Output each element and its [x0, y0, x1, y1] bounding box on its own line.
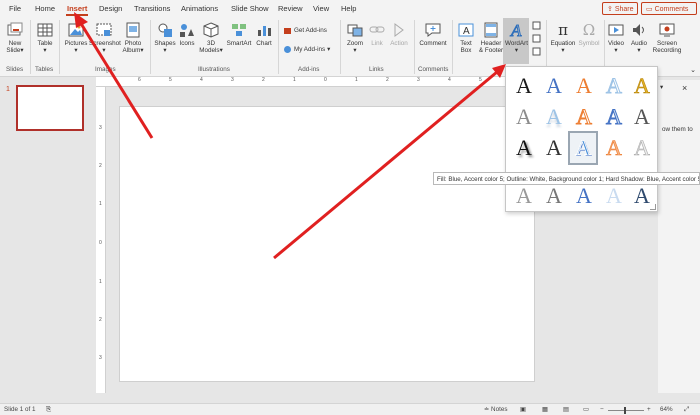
arrow-to-insert-tab	[78, 21, 154, 139]
arrow-to-wordart	[273, 70, 498, 260]
annotation-arrows	[74, 12, 506, 260]
